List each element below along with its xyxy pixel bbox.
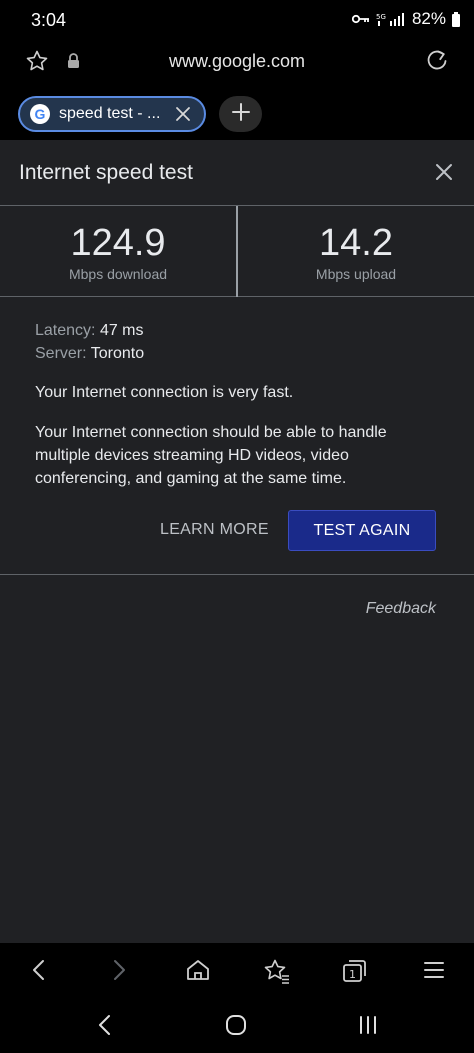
latency-label: Latency:	[35, 322, 96, 339]
reload-icon[interactable]	[424, 48, 450, 79]
svg-text:5G: 5G	[376, 13, 386, 21]
battery-percent: 82%	[411, 9, 446, 28]
status-time: 3:04	[31, 10, 67, 30]
tab-close-icon[interactable]	[174, 105, 192, 128]
upload-result: 14.2 Mbps upload	[238, 206, 474, 297]
plus-icon	[231, 102, 251, 127]
feedback-link[interactable]: Feedback	[366, 600, 436, 618]
panel-header: Internet speed test	[0, 140, 474, 206]
close-icon[interactable]	[434, 162, 454, 187]
learn-more-button[interactable]: LEARN MORE	[160, 521, 269, 539]
url-text[interactable]: www.google.com	[0, 51, 474, 72]
address-bar: www.google.com	[0, 40, 474, 86]
battery-icon	[452, 11, 460, 27]
home-icon[interactable]	[185, 958, 211, 987]
status-bar: 3:04 5G 82%	[0, 0, 474, 40]
test-again-button[interactable]: TEST AGAIN	[288, 510, 436, 551]
server-line: Server: Toronto	[35, 345, 144, 363]
system-nav-bar	[0, 998, 474, 1053]
upload-unit: Mbps upload	[315, 266, 397, 282]
download-unit: Mbps download	[68, 266, 168, 282]
google-logo-icon: G	[30, 104, 50, 124]
status-icons: 5G 82%	[351, 9, 460, 29]
back-icon[interactable]	[28, 958, 50, 987]
tab-strip: G speed test - ...	[0, 86, 474, 140]
download-value: 124.9	[70, 222, 166, 264]
bookmarks-icon[interactable]	[263, 958, 291, 989]
upload-value: 14.2	[319, 222, 393, 264]
tab-count: 1	[349, 968, 356, 981]
details-section: Latency: 47 ms Server: Toronto Your Inte…	[0, 297, 474, 575]
server-value: Toronto	[90, 345, 145, 362]
latency-line: Latency: 47 ms	[35, 322, 144, 340]
summary-text: Your Internet connection is very fast.	[35, 384, 294, 401]
forward-icon[interactable]	[108, 958, 130, 987]
tab-speed-test[interactable]: G speed test - ...	[18, 96, 206, 132]
download-result: 124.9 Mbps download	[0, 206, 236, 297]
description-text: Your Internet connection should be able …	[35, 424, 387, 487]
speed-test-panel: Internet speed test 124.9 Mbps download …	[0, 140, 474, 943]
system-back-icon[interactable]	[95, 1014, 115, 1041]
panel-title: Internet speed test	[19, 161, 193, 184]
tabs-icon[interactable]: 1	[341, 958, 369, 989]
system-recents-icon[interactable]	[357, 1014, 379, 1041]
latency-value: 47 ms	[99, 322, 144, 339]
server-label: Server:	[35, 345, 87, 362]
tab-label: speed test - ...	[59, 105, 161, 122]
system-home-icon[interactable]	[225, 1014, 247, 1041]
menu-icon[interactable]	[423, 958, 445, 987]
signal-icon: 5G	[376, 11, 406, 27]
browser-toolbar: 1	[0, 943, 474, 998]
key-icon	[351, 13, 370, 25]
speed-results: 124.9 Mbps download 14.2 Mbps upload	[0, 206, 474, 297]
new-tab-button[interactable]	[219, 96, 262, 132]
